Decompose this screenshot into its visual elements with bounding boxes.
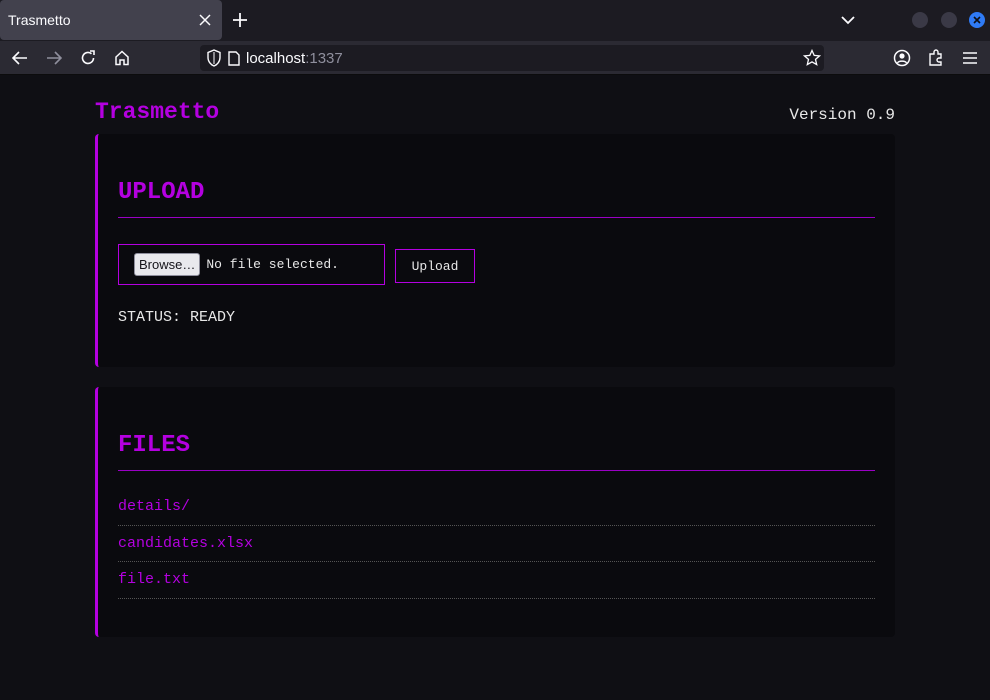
upload-card: UPLOAD Browse… No file selected. Upload … bbox=[95, 134, 895, 367]
file-link[interactable]: candidates.xlsx bbox=[118, 535, 253, 552]
account-icon[interactable] bbox=[892, 48, 912, 68]
browser-tab[interactable]: Trasmetto bbox=[0, 0, 222, 40]
new-tab-icon[interactable] bbox=[230, 10, 250, 30]
list-item: file.txt bbox=[118, 562, 875, 599]
tab-title: Trasmetto bbox=[8, 12, 71, 28]
bookmark-star-icon[interactable] bbox=[803, 49, 821, 67]
shield-icon[interactable] bbox=[206, 49, 222, 67]
url-text: localhost:1337 bbox=[246, 50, 343, 67]
forward-arrow-icon[interactable] bbox=[44, 48, 64, 68]
divider bbox=[118, 470, 875, 471]
app-title: Trasmetto bbox=[95, 99, 220, 125]
extensions-icon[interactable] bbox=[926, 48, 946, 68]
upload-button[interactable]: Upload bbox=[395, 249, 475, 283]
back-arrow-icon[interactable] bbox=[10, 48, 30, 68]
close-window-button[interactable] bbox=[969, 12, 985, 28]
maximize-window-button[interactable] bbox=[941, 12, 957, 28]
menu-icon[interactable] bbox=[960, 48, 980, 68]
file-selected-label: No file selected. bbox=[206, 257, 339, 272]
status-text: STATUS: READY bbox=[118, 309, 236, 326]
divider bbox=[118, 217, 875, 218]
page-content: Trasmetto Version 0.9 UPLOAD Browse… No … bbox=[0, 75, 990, 700]
home-icon[interactable] bbox=[112, 48, 132, 68]
list-item: details/ bbox=[118, 489, 875, 526]
files-card: FILES details/ candidates.xlsx file.txt bbox=[95, 387, 895, 637]
app-header: Trasmetto Version 0.9 bbox=[95, 99, 895, 129]
chevron-down-icon[interactable] bbox=[838, 10, 858, 30]
file-input[interactable]: Browse… No file selected. bbox=[118, 244, 385, 285]
address-bar[interactable]: localhost:1337 bbox=[200, 45, 824, 71]
version-label: Version 0.9 bbox=[789, 106, 895, 124]
files-heading: FILES bbox=[118, 432, 191, 459]
page-info-icon[interactable] bbox=[228, 50, 240, 66]
file-link[interactable]: details/ bbox=[118, 498, 190, 515]
url-port: :1337 bbox=[305, 49, 343, 67]
browser-tabbar: Trasmetto bbox=[0, 0, 990, 41]
minimize-window-button[interactable] bbox=[912, 12, 928, 28]
reload-icon[interactable] bbox=[78, 48, 98, 68]
file-link[interactable]: file.txt bbox=[118, 571, 190, 588]
url-host: localhost bbox=[246, 49, 306, 67]
list-item: candidates.xlsx bbox=[118, 526, 875, 562]
close-tab-icon[interactable] bbox=[196, 11, 214, 29]
file-list: details/ candidates.xlsx file.txt bbox=[118, 489, 875, 599]
browser-navbar: localhost:1337 bbox=[0, 41, 990, 75]
browse-button[interactable]: Browse… bbox=[134, 253, 201, 276]
upload-heading: UPLOAD bbox=[118, 179, 205, 206]
